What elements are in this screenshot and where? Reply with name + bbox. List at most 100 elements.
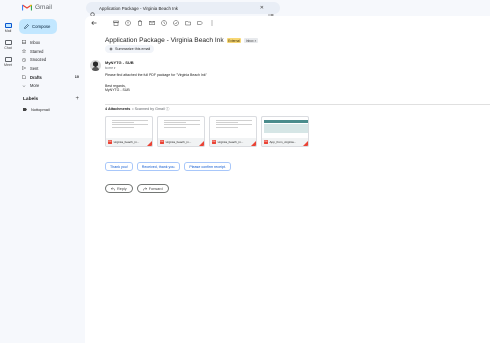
- attachment-corner-fold: [147, 141, 152, 146]
- sidebar-item-more[interactable]: More: [16, 81, 84, 90]
- chat-icon: [4, 40, 12, 45]
- mark-unread-icon[interactable]: [149, 20, 155, 26]
- attachments-header: 4 Attachments • Scanned by Gmail ⓘ: [105, 107, 169, 112]
- smart-reply-chip[interactable]: Received, thank you.: [136, 162, 181, 171]
- sidebar-item-label: Starred: [30, 48, 44, 54]
- rail-item-chat[interactable]: Chat: [0, 40, 16, 50]
- recipient-details[interactable]: to me ▾: [105, 66, 115, 70]
- chevron-down-icon: [22, 85, 26, 87]
- sparkle-icon: [109, 47, 113, 51]
- labels-heading: Labels +: [23, 96, 79, 102]
- sidebar-nav: Inbox Starred Snoozed Sent Drafts 10 Mor…: [16, 38, 84, 90]
- reply-actions: Reply Forward: [105, 184, 169, 193]
- archive-icon[interactable]: [113, 20, 119, 26]
- attachment-footer: PDF virginia_beach_in...: [210, 138, 256, 146]
- smart-replies: Thank you! Received, thank you. Please c…: [105, 162, 231, 171]
- move-to-icon[interactable]: [185, 20, 191, 26]
- message-subject: Application Package - Virginia Beach Ink…: [105, 37, 258, 44]
- attachment-preview: [164, 120, 200, 137]
- attachment-preview: [112, 120, 148, 137]
- sidebar-item-label: Sent: [30, 65, 39, 71]
- sidebar-item-label: Snoozed: [30, 57, 47, 63]
- rail-label: Chat: [4, 46, 12, 50]
- summarize-button[interactable]: Summarize this email: [105, 45, 155, 53]
- attachment-corner-fold: [199, 141, 204, 146]
- attachment-name: virginia_beach_in...: [217, 140, 244, 144]
- sidebar-item-inbox[interactable]: Inbox: [16, 38, 84, 47]
- delete-icon[interactable]: [137, 20, 143, 26]
- search-options-icon[interactable]: [268, 6, 274, 19]
- more-options-icon[interactable]: [209, 20, 215, 26]
- sidebar-item-drafts[interactable]: Drafts 10: [16, 73, 84, 82]
- reply-label: Reply: [117, 186, 127, 191]
- message-toolbar: [91, 20, 215, 26]
- sidebar-item-snoozed[interactable]: Snoozed: [16, 55, 84, 64]
- pdf-icon: PDF: [264, 140, 268, 144]
- forward-label: Forward: [148, 186, 163, 191]
- attachment-footer: PDF virginia_beach_in...: [106, 138, 152, 146]
- attachment-corner-fold: [251, 141, 256, 146]
- inbox-icon: [22, 40, 26, 45]
- sidebar-label-nottopmail[interactable]: Nottopmail: [23, 107, 50, 112]
- pdf-icon: PDF: [212, 140, 216, 144]
- rail-item-mail[interactable]: Mail: [0, 23, 16, 33]
- add-label-icon[interactable]: +: [75, 96, 79, 102]
- sender-avatar[interactable]: [90, 60, 101, 71]
- sidebar-item-starred[interactable]: Starred: [16, 47, 84, 56]
- attachment-preview: [264, 120, 308, 136]
- attachments-count: 4 Attachments: [105, 107, 131, 111]
- rail-label: Meet: [4, 63, 12, 67]
- back-arrow-icon[interactable]: [91, 20, 97, 26]
- forward-icon: [142, 186, 147, 191]
- sender-name[interactable]: MyNYTG - SUB: [105, 60, 134, 65]
- sidebar-item-label: Drafts: [30, 74, 42, 80]
- mail-icon: [4, 23, 12, 28]
- smart-reply-chip[interactable]: Thank you!: [105, 162, 133, 171]
- sidebar-item-sent[interactable]: Sent: [16, 64, 84, 73]
- attachment-card[interactable]: PDF App_from_virginia...: [261, 116, 309, 147]
- label-icon[interactable]: [197, 20, 203, 26]
- compose-label: Compose: [32, 24, 51, 29]
- smart-reply-chip[interactable]: Please confirm receipt.: [184, 162, 231, 171]
- attachment-card[interactable]: PDF virginia_beach_in...: [209, 116, 257, 147]
- snooze-icon[interactable]: [161, 20, 167, 26]
- sidebar-item-label: Inbox: [30, 39, 41, 45]
- attachment-footer: PDF App_from_virginia...: [262, 138, 308, 146]
- add-task-icon[interactable]: [173, 20, 179, 26]
- attachment-name: virginia_beach_in...: [165, 140, 192, 144]
- rail-item-meet[interactable]: Meet: [0, 57, 16, 67]
- star-icon: [22, 49, 26, 54]
- external-badge: External: [226, 38, 242, 43]
- search-input[interactable]: Application Package - Virginia Beach Ink: [99, 6, 260, 11]
- pdf-icon: PDF: [160, 140, 164, 144]
- report-spam-icon[interactable]: [125, 20, 131, 26]
- pdf-icon: PDF: [108, 140, 112, 144]
- message-view: Application Package - Virginia Beach Ink…: [85, 16, 490, 343]
- sidebar-item-label: More: [30, 83, 40, 89]
- attachment-name: virginia_beach_in...: [113, 140, 140, 144]
- subject-text: Application Package - Virginia Beach Ink: [105, 37, 224, 44]
- draft-icon: [22, 75, 26, 80]
- message-body: Please find attached the full PDF packag…: [105, 73, 405, 95]
- clock-icon: [22, 57, 26, 62]
- app-name: Gmail: [35, 4, 52, 11]
- body-line: MyNYTG - SUB: [105, 88, 130, 93]
- clear-search-icon[interactable]: ✕: [260, 5, 264, 11]
- attachments-divider: [105, 104, 490, 105]
- search-icon[interactable]: [90, 5, 96, 18]
- summarize-label: Summarize this email: [115, 47, 151, 51]
- attachment-card[interactable]: PDF virginia_beach_in...: [105, 116, 153, 147]
- label-name: Nottopmail: [31, 107, 50, 112]
- reply-button[interactable]: Reply: [105, 184, 133, 193]
- gmail-logo[interactable]: Gmail: [22, 4, 52, 11]
- compose-button[interactable]: Compose: [19, 19, 57, 34]
- inbox-label-chip[interactable]: Inbox ×: [244, 38, 258, 43]
- label-tag-icon: [23, 108, 27, 111]
- pencil-icon: [24, 24, 29, 29]
- forward-button[interactable]: Forward: [136, 184, 169, 193]
- attachment-footer: PDF virginia_beach_in...: [158, 138, 204, 146]
- app-rail: Mail Chat Meet: [0, 0, 16, 343]
- search-bar[interactable]: Application Package - Virginia Beach Ink…: [86, 2, 280, 19]
- attachment-card[interactable]: PDF virginia_beach_in...: [157, 116, 205, 147]
- gmail-m-icon: [22, 4, 32, 11]
